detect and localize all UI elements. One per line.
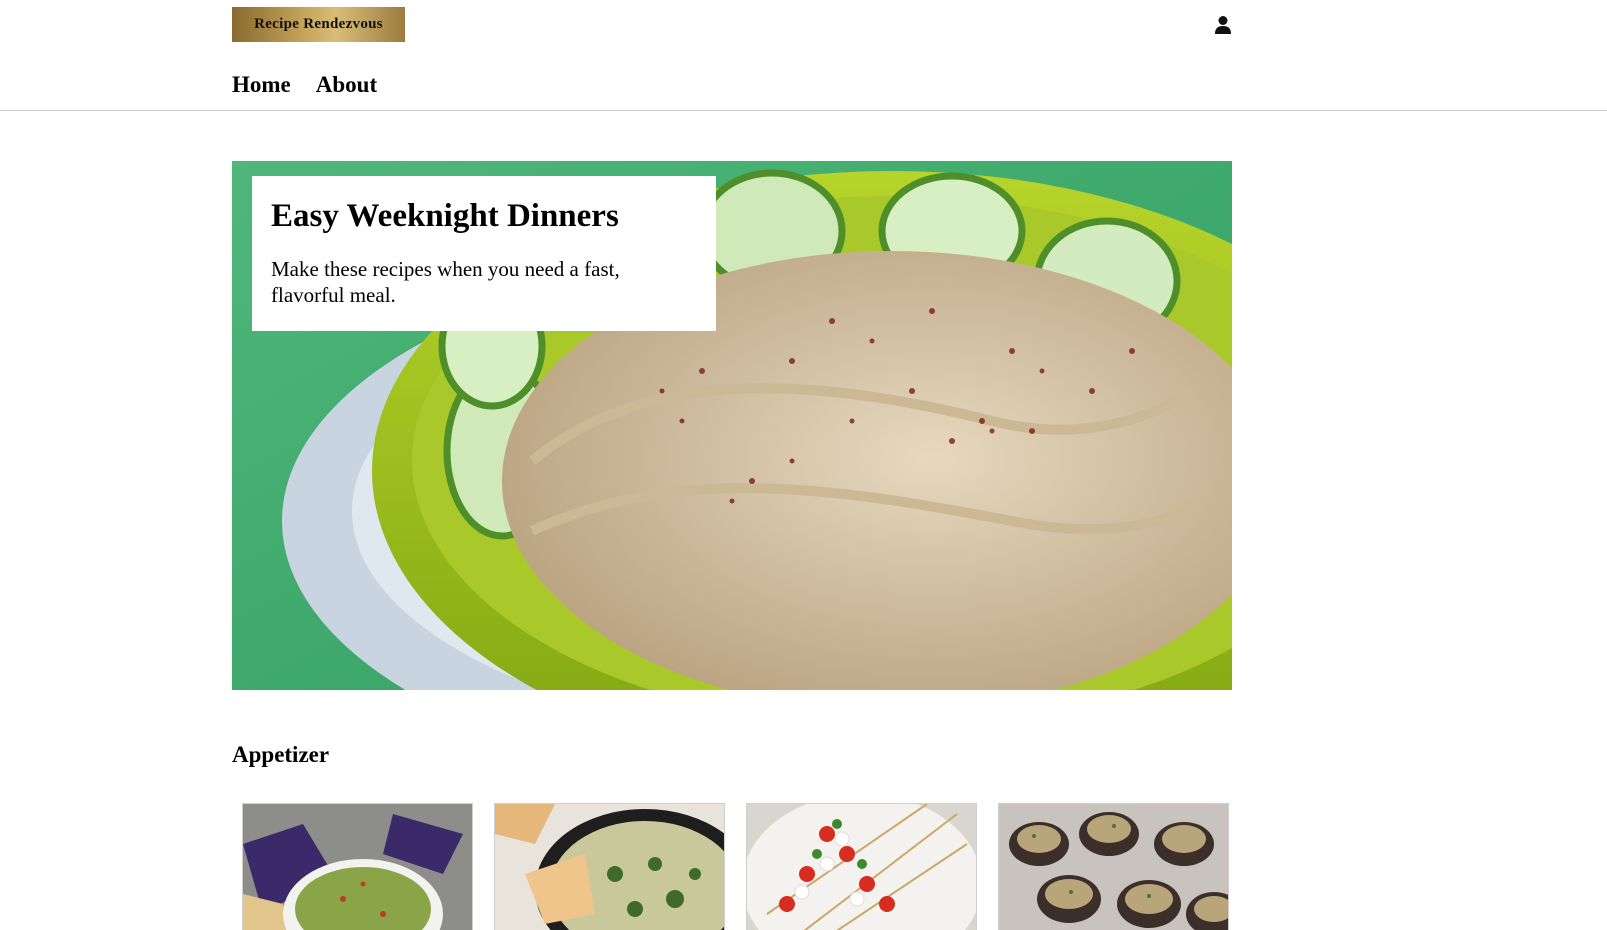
recipe-card-stuffed-mushrooms[interactable]: [998, 803, 1229, 930]
recipe-image-guacamole: [243, 804, 472, 930]
site-logo[interactable]: Recipe Rendezvous: [232, 7, 405, 42]
nav-home-link[interactable]: Home: [232, 72, 291, 98]
recipe-card-caprese-skewers[interactable]: [746, 803, 977, 930]
nav-about-link[interactable]: About: [316, 72, 377, 98]
hero-subtitle: Make these recipes when you need a fast,…: [271, 257, 620, 307]
recipe-image-stuffed-mushrooms: [999, 804, 1228, 930]
recipe-image-caprese-skewers: [747, 804, 976, 930]
recipe-card-guacamole[interactable]: [242, 803, 473, 930]
recipe-card-spinach-dip[interactable]: [494, 803, 725, 930]
main-nav: Home About: [232, 72, 377, 98]
appetizer-card-row: [242, 803, 1232, 930]
hero-text-card: Easy Weeknight Dinners Make these recipe…: [252, 176, 716, 331]
site-header: Recipe Rendezvous Home About: [0, 0, 1607, 111]
hero-title: Easy Weeknight Dinners: [271, 198, 619, 234]
section-title-appetizer: Appetizer: [232, 742, 330, 767]
user-icon[interactable]: [1214, 15, 1232, 35]
hero-banner[interactable]: Easy Weeknight Dinners Make these recipe…: [232, 161, 1232, 690]
recipe-image-spinach-dip: [495, 804, 724, 930]
